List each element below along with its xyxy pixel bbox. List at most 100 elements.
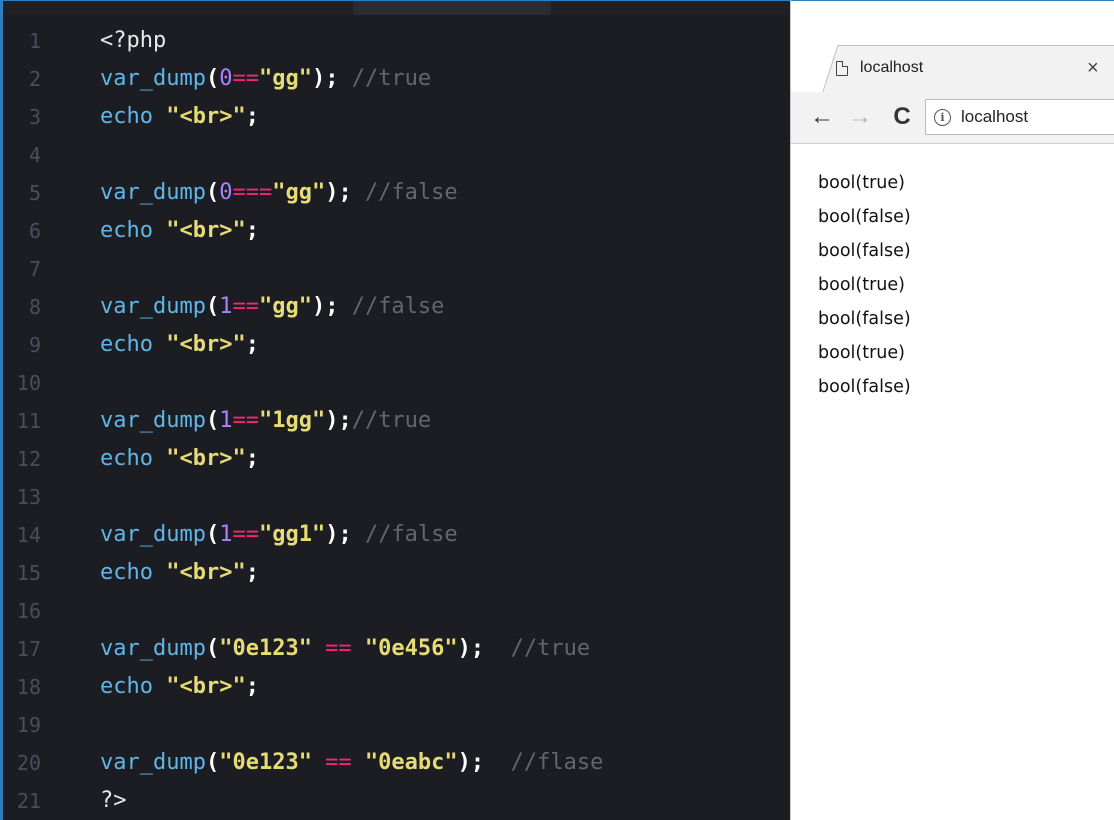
code-token: ); [311, 294, 339, 319]
code-token: ; [245, 332, 259, 357]
code-token: ( [205, 636, 220, 661]
code-line[interactable]: 15 echo "<br>"; [3, 554, 790, 592]
line-number: 10 [16, 371, 41, 395]
tab-close-icon[interactable]: × [1087, 53, 1099, 83]
code-token: ( [205, 522, 220, 547]
address-bar[interactable]: i localhost [925, 99, 1114, 135]
code-text: echo "<br>"; [100, 326, 259, 364]
line-number: 2 [28, 67, 41, 91]
code-token: ; [245, 104, 259, 129]
browser-window: localhost × ← → C i localhost bool(true)… [790, 0, 1114, 820]
code-token: "<br>" [166, 104, 246, 129]
code-line[interactable]: 11 var_dump(1=="1gg");//true [3, 402, 790, 440]
code-line[interactable]: 1 <?php [3, 22, 790, 60]
code-token: ( [205, 750, 220, 775]
browser-toolbar: ← → C i localhost [791, 92, 1114, 144]
code-text: var_dump(0==="gg"); //false [100, 174, 458, 212]
code-token: var_dump [100, 750, 206, 775]
code-token: echo [100, 104, 167, 129]
line-number: 5 [28, 181, 41, 205]
code-token: "<br>" [166, 560, 246, 585]
line-number: 15 [16, 561, 41, 585]
code-line[interactable]: 20 var_dump("0e123" == "0eabc"); //flase [3, 744, 790, 782]
code-line[interactable]: 17 var_dump("0e123" == "0e456"); //true [3, 630, 790, 668]
code-token: ?> [100, 788, 127, 813]
line-number: 3 [28, 105, 41, 129]
forward-arrow-icon[interactable]: → [845, 100, 875, 134]
code-token: "0e123" [219, 750, 312, 775]
output-line: bool(true) [818, 275, 905, 295]
code-line[interactable]: 4 [3, 136, 790, 174]
line-number: 13 [16, 485, 41, 509]
code-token: 1 [219, 294, 233, 319]
code-token: 0 [219, 180, 233, 205]
code-text: echo "<br>"; [100, 212, 259, 250]
code-token: "<br>" [166, 218, 246, 243]
line-number: 1 [28, 29, 41, 53]
line-number: 18 [16, 675, 41, 699]
code-token: == [311, 750, 365, 775]
address-text: localhost [961, 107, 1029, 126]
reload-icon[interactable]: C [887, 100, 917, 134]
code-token: ); [457, 636, 485, 661]
code-line[interactable]: 18 echo "<br>"; [3, 668, 790, 706]
code-token: echo [100, 674, 167, 699]
line-number: 6 [28, 219, 41, 243]
code-token: "0e123" [219, 636, 312, 661]
code-editor[interactable]: 1 <?php 2 var_dump(0=="gg"); //true 3 echo "<… [0, 0, 790, 820]
code-token: //flase [484, 750, 604, 775]
code-line[interactable]: 5 var_dump(0==="gg"); //false [3, 174, 790, 212]
line-number: 14 [16, 523, 41, 547]
line-number: 4 [28, 143, 41, 167]
code-token: == [232, 294, 259, 319]
code-token: 1 [219, 408, 233, 433]
code-text: <?php [100, 22, 166, 60]
code-token: ( [205, 66, 220, 91]
code-token: "gg" [258, 66, 312, 91]
code-line[interactable]: 10 [3, 364, 790, 402]
code-token: ); [325, 180, 352, 205]
code-line[interactable]: 6 echo "<br>"; [3, 212, 790, 250]
info-icon[interactable]: i [934, 108, 951, 126]
code-token: "1gg" [258, 408, 326, 433]
code-text: var_dump(1=="1gg");//true [100, 402, 431, 440]
code-token: echo [100, 560, 167, 585]
code-token: ; [245, 446, 259, 471]
code-line[interactable]: 13 [3, 478, 790, 516]
code-token: ; [245, 674, 259, 699]
code-token: echo [100, 332, 167, 357]
code-line[interactable]: 16 [3, 592, 790, 630]
code-token: ( [205, 180, 220, 205]
code-line[interactable]: 8 var_dump(1=="gg"); //false [3, 288, 790, 326]
code-text: echo "<br>"; [100, 98, 259, 136]
code-token: //true [351, 408, 432, 433]
output-line: bool(false) [818, 309, 911, 329]
code-token: == [232, 66, 259, 91]
code-token: === [232, 180, 273, 205]
code-line[interactable]: 14 var_dump(1=="gg1"); //false [3, 516, 790, 554]
code-token: var_dump [100, 180, 206, 205]
back-arrow-icon[interactable]: ← [807, 100, 837, 134]
code-token: "gg" [258, 294, 312, 319]
page-content: bool(true) bool(false) bool(false) bool(tru… [818, 166, 911, 404]
code-line[interactable]: 12 echo "<br>"; [3, 440, 790, 478]
browser-tab-content[interactable]: localhost [836, 53, 923, 83]
line-number: 11 [16, 409, 41, 433]
code-line[interactable]: 19 [3, 706, 790, 744]
code-line[interactable]: 7 [3, 250, 790, 288]
editor-tab-strip-segment [551, 1, 790, 15]
code-token: 1 [219, 522, 233, 547]
code-token: == [311, 636, 365, 661]
output-line: bool(false) [818, 241, 911, 261]
line-number: 12 [16, 447, 41, 471]
code-line[interactable]: 2 var_dump(0=="gg"); //true [3, 60, 790, 98]
output-line: bool(true) [818, 343, 905, 363]
code-text: echo "<br>"; [100, 440, 259, 478]
code-token: //false [351, 522, 458, 547]
output-line: bool(true) [818, 173, 905, 193]
code-text: var_dump("0e123" == "0eabc"); //flase [100, 744, 603, 782]
code-line[interactable]: 9 echo "<br>"; [3, 326, 790, 364]
code-line[interactable]: 3 echo "<br>"; [3, 98, 790, 136]
code-line[interactable]: 21 ?> [3, 782, 790, 820]
editor-tab-strip-segment [3, 1, 353, 15]
